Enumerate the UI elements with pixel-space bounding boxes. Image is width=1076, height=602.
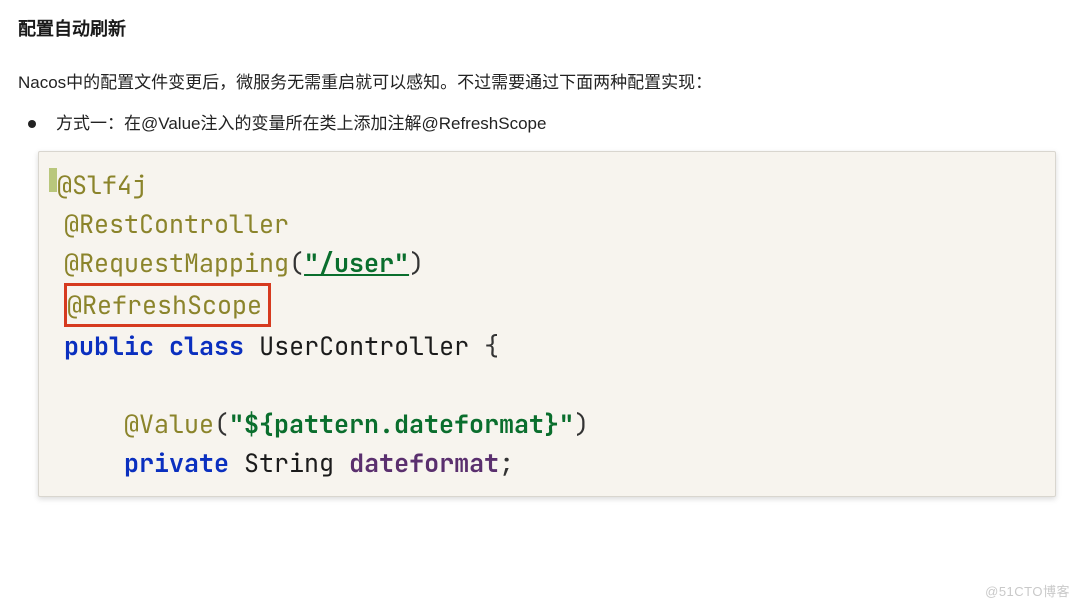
annotation-requestmapping: @RequestMapping	[64, 246, 289, 280]
field-dateformat: dateformat	[349, 446, 499, 480]
gutter-marker-icon	[49, 168, 57, 192]
code-block: @Slf4j @RestController @RequestMapping("…	[38, 151, 1056, 497]
highlight-box: @RefreshScope	[64, 283, 271, 328]
keyword-class: class	[169, 329, 244, 363]
bullet-text: 方式一：在@Value注入的变量所在类上添加注解@RefreshScope	[56, 110, 546, 137]
intro-paragraph: Nacos中的配置文件变更后，微服务无需重启就可以感知。不过需要通过下面两种配置…	[18, 69, 1058, 96]
semicolon: ;	[499, 446, 514, 480]
lparen: (	[289, 246, 304, 280]
code-content: @Slf4j @RestController @RequestMapping("…	[49, 166, 1045, 482]
annotation-slf4j: @Slf4j	[57, 168, 147, 202]
keyword-private: private	[124, 446, 229, 480]
annotation-value: @Value	[124, 407, 214, 441]
bullet-item: 方式一：在@Value注入的变量所在类上添加注解@RefreshScope	[28, 110, 1058, 137]
annotation-restcontroller: @RestController	[64, 207, 289, 241]
lparen-2: (	[214, 407, 229, 441]
watermark-text: @51CTO博客	[985, 581, 1070, 600]
rparen-2: )	[574, 407, 589, 441]
bullet-dot-icon	[28, 120, 36, 128]
type-string: String	[244, 446, 334, 480]
string-user: "/user"	[304, 246, 409, 280]
rparen: )	[409, 246, 424, 280]
annotation-refreshscope: @RefreshScope	[67, 288, 262, 322]
section-heading: 配置自动刷新	[18, 15, 1058, 41]
keyword-public: public	[64, 329, 154, 363]
class-name: UserController	[259, 329, 469, 363]
string-pattern: "${pattern.dateformat}"	[229, 407, 574, 441]
lbrace: {	[484, 329, 499, 363]
